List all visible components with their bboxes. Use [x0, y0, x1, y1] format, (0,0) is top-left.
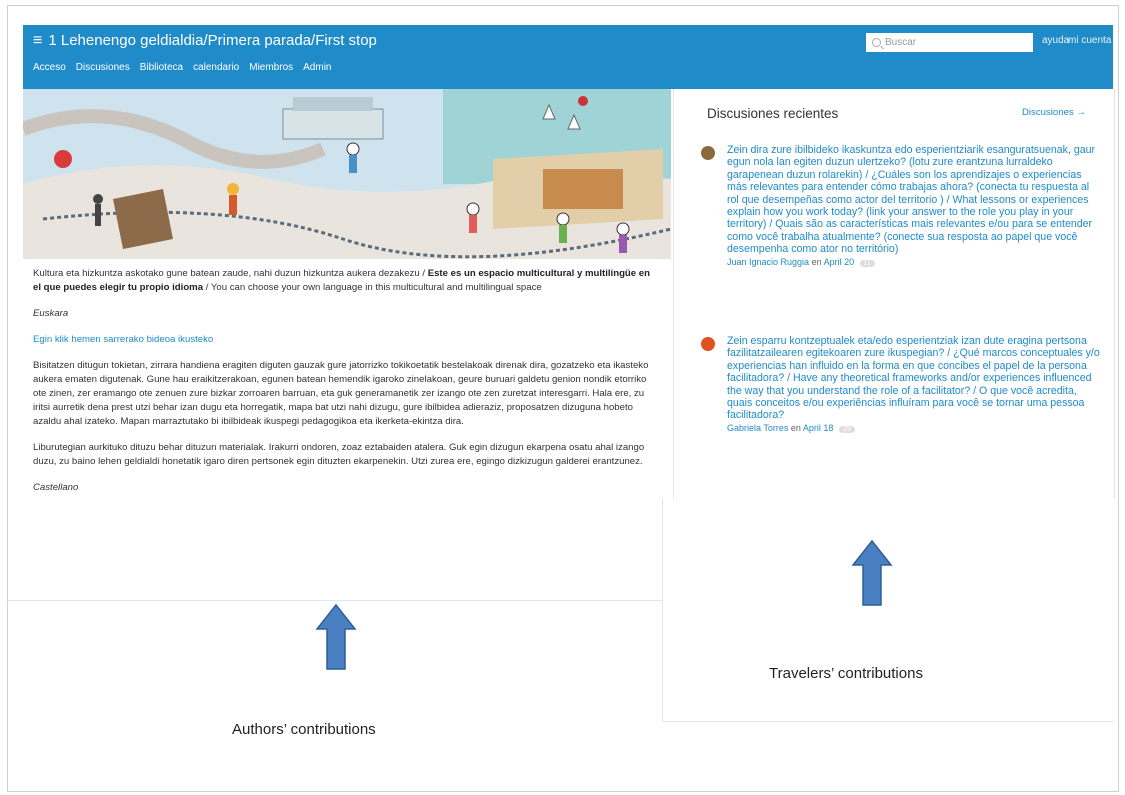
discussion-item[interactable]: Zein dira zure ibilbideko ikaskuntza edo…	[701, 144, 1101, 267]
page-title: ≡ 1 Lehenengo geldialdia/Primera parada/F…	[33, 32, 377, 50]
top-navigation-bar: ≡ 1 Lehenengo geldialdia/Primera parada/F…	[23, 25, 1113, 89]
up-arrow-icon	[851, 539, 893, 606]
discussion-date: April 20	[823, 256, 855, 267]
intro-paragraph: Kultura eta hizkuntza askotako gune bate…	[33, 268, 650, 293]
avatar[interactable]	[701, 337, 715, 351]
recent-discussions-panel: Discusiones recientes Discusiones → Zein…	[673, 89, 1114, 499]
panel-title: Discusiones recientes	[707, 106, 839, 121]
search-icon	[872, 38, 881, 47]
body-paragraph: Bisitatzen ditugun tokietan, zirrara han…	[33, 360, 649, 427]
main-nav: Acceso Discusiones Biblioteca calendario…	[33, 62, 332, 73]
travelers-caption: Travelers’ contributions	[769, 665, 923, 682]
avatar[interactable]	[701, 146, 715, 160]
body-paragraph: Liburutegian aurkituko dituzu behar ditu…	[33, 442, 645, 467]
account-link[interactable]: mi cuenta	[1068, 35, 1111, 46]
hamburger-menu-icon[interactable]: ≡	[33, 32, 42, 50]
help-link[interactable]: ayuda	[1042, 35, 1069, 46]
discussion-title[interactable]: Zein dira zure ibilbideko ikaskuntza edo…	[727, 144, 1101, 256]
discussions-link[interactable]: Discusiones →	[1022, 107, 1086, 118]
nav-item-discusiones[interactable]: Discusiones	[76, 62, 130, 73]
discussion-date: April 18	[802, 422, 834, 433]
reply-count-badge: 29	[838, 425, 855, 433]
author-link[interactable]: Gabriela Torres	[727, 423, 788, 433]
panel-outline	[662, 498, 1114, 722]
video-link[interactable]: Egin klik hemen sarrerako bideoa ikustek…	[33, 333, 658, 347]
author-link[interactable]: Juan Ignacio Ruggia	[727, 257, 809, 267]
nav-item-biblioteca[interactable]: Biblioteca	[140, 62, 183, 73]
discussion-title[interactable]: Zein esparru kontzeptualek eta/edo esper…	[727, 335, 1101, 422]
authors-caption: Authors’ contributions	[232, 721, 376, 738]
discussion-meta: Gabriela Torres en April 18 29	[727, 423, 1101, 433]
search-input[interactable]: Buscar	[866, 33, 1033, 52]
nav-item-admin[interactable]: Admin	[303, 62, 331, 73]
language-heading-castellano: Castellano	[33, 482, 79, 493]
nav-item-acceso[interactable]: Acceso	[33, 62, 66, 73]
banner-illustration	[23, 89, 671, 259]
nav-item-miembros[interactable]: Miembros	[249, 62, 293, 73]
language-heading-euskara: Euskara	[33, 308, 69, 319]
reply-count-badge: 11	[859, 259, 875, 267]
divider	[7, 600, 662, 601]
up-arrow-icon	[315, 603, 357, 670]
discussion-item[interactable]: Zein esparru kontzeptualek eta/edo esper…	[701, 335, 1101, 433]
intro-text: Kultura eta hizkuntza askotako gune bate…	[33, 267, 658, 507]
discussion-meta: Juan Ignacio Ruggia en April 20 11	[727, 257, 1101, 267]
nav-item-calendario[interactable]: calendario	[193, 62, 239, 73]
main-content: Kultura eta hizkuntza askotako gune bate…	[23, 89, 671, 600]
divider	[1114, 89, 1115, 499]
